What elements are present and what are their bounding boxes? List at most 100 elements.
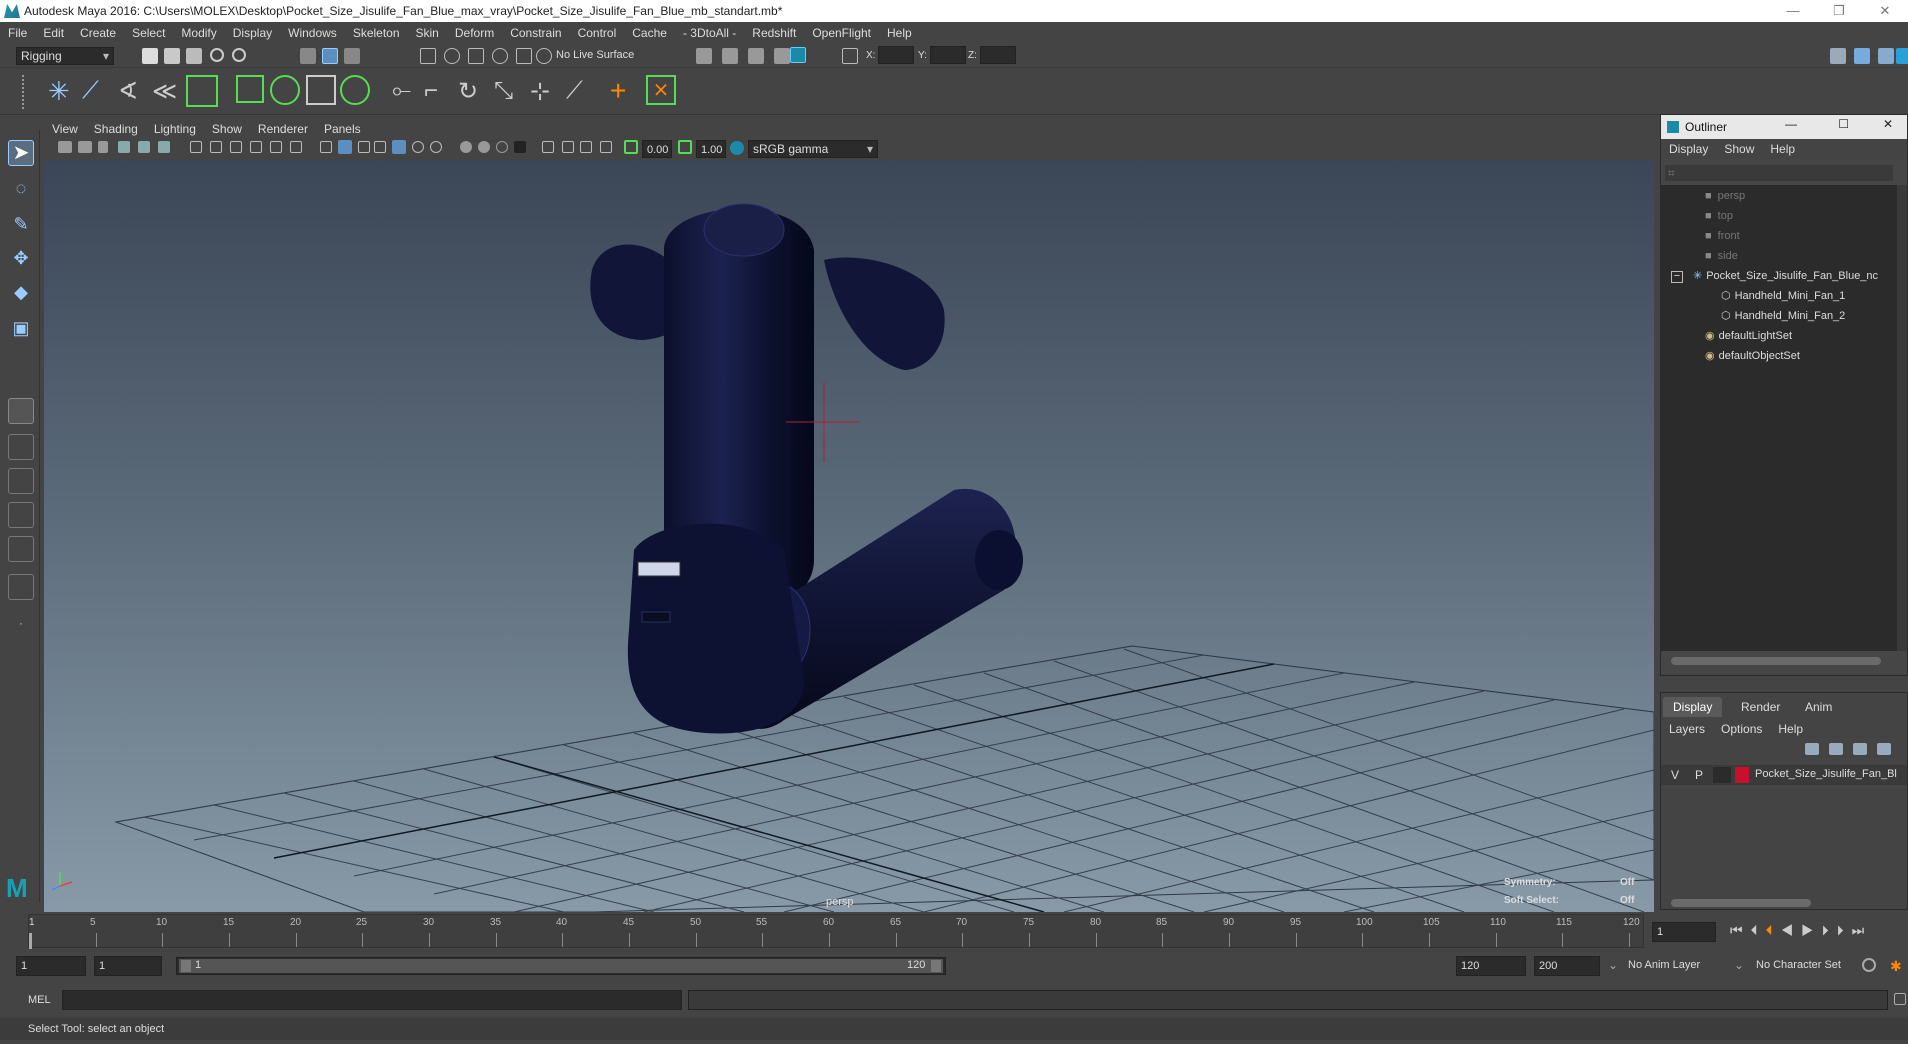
script-editor-icon[interactable] bbox=[1894, 993, 1906, 1005]
playback-start-field[interactable]: 1 bbox=[94, 956, 162, 976]
z-field[interactable] bbox=[980, 46, 1016, 64]
mirror-joint-icon[interactable]: ∢ bbox=[118, 77, 138, 106]
bookmark-icon[interactable] bbox=[98, 141, 108, 153]
layer-visibility-toggle[interactable]: V bbox=[1671, 768, 1679, 782]
outliner-vertical-scrollbar[interactable] bbox=[1897, 185, 1907, 651]
menu-deform[interactable]: Deform bbox=[447, 26, 502, 40]
outliner-menu-show[interactable]: Show bbox=[1716, 142, 1762, 156]
select-object-icon[interactable] bbox=[322, 48, 338, 64]
lattice-icon[interactable] bbox=[306, 75, 336, 105]
current-frame-field[interactable]: 1 bbox=[1652, 922, 1716, 942]
save-scene-icon[interactable] bbox=[186, 48, 202, 64]
film-gate-icon[interactable] bbox=[210, 141, 222, 153]
undo-icon[interactable] bbox=[210, 48, 224, 62]
xray-components-icon[interactable] bbox=[580, 141, 592, 153]
rotate-tool-icon[interactable]: ◆ bbox=[8, 280, 34, 306]
grease-pencil-icon[interactable] bbox=[158, 141, 170, 153]
layer-menu-help[interactable]: Help bbox=[1770, 722, 1811, 736]
shadows-icon[interactable] bbox=[430, 141, 442, 153]
hypershade-layout-icon[interactable] bbox=[8, 536, 34, 562]
time-slider-track[interactable]: 5 10 15 20 25 30 35 40 45 50 55 60 65 70 75 80 85 90 95 100… bbox=[28, 914, 1644, 949]
wireframe-on-shaded-icon[interactable] bbox=[358, 141, 370, 153]
motion-blur-icon[interactable] bbox=[478, 141, 490, 153]
menu-display[interactable]: Display bbox=[225, 26, 280, 40]
layer-color-swatch[interactable] bbox=[1735, 767, 1749, 783]
tab-anim[interactable]: Anim bbox=[1795, 697, 1842, 717]
tab-render[interactable]: Render bbox=[1731, 697, 1790, 717]
menu-cache[interactable]: Cache bbox=[624, 26, 675, 40]
new-layer-selected-icon[interactable] bbox=[1877, 743, 1891, 755]
toolbox-more-icon[interactable]: · bbox=[8, 616, 34, 642]
2d-pan-zoom-icon[interactable] bbox=[138, 141, 150, 153]
outliner-maximize-button[interactable]: ☐ bbox=[1838, 117, 1849, 131]
menu-skeleton[interactable]: Skeleton bbox=[345, 26, 408, 40]
image-plane-icon[interactable] bbox=[118, 141, 130, 153]
outliner-horizontal-scrollbar[interactable] bbox=[1671, 657, 1881, 665]
wireframe-icon[interactable] bbox=[320, 141, 332, 153]
outliner-item-front[interactable]: ■ front bbox=[1705, 227, 1740, 245]
color-management-icon[interactable] bbox=[730, 141, 744, 155]
snap-point-icon[interactable] bbox=[468, 48, 484, 64]
layer-playback-toggle[interactable]: P bbox=[1695, 768, 1703, 782]
transform-mode-icon[interactable] bbox=[842, 48, 858, 64]
magnet-icon[interactable] bbox=[536, 48, 552, 64]
outliner-item-side[interactable]: ■ side bbox=[1705, 247, 1738, 265]
character-set-dropdown[interactable]: No Character Set bbox=[1756, 959, 1841, 971]
range-slider-track[interactable]: 1 120 bbox=[176, 957, 946, 975]
locator-icon[interactable]: + bbox=[610, 75, 626, 107]
collapse-icon[interactable]: − bbox=[1671, 271, 1683, 283]
play-forward-icon[interactable]: ▶ bbox=[1801, 922, 1822, 938]
playback-end-field[interactable]: 120 bbox=[1456, 956, 1526, 976]
menu-openflight[interactable]: OpenFlight bbox=[804, 26, 879, 40]
outliner-search-bar[interactable]: ⌗ bbox=[1665, 165, 1893, 181]
insert-joint-icon[interactable]: ⟋ bbox=[82, 77, 99, 105]
outliner-menu-display[interactable]: Display bbox=[1661, 142, 1716, 156]
depth-of-field-icon[interactable] bbox=[514, 141, 526, 153]
outliner-item-top[interactable]: ■ top bbox=[1705, 207, 1733, 225]
gamma-icon[interactable] bbox=[678, 140, 692, 154]
menu-create[interactable]: Create bbox=[72, 26, 124, 40]
constraint-pole-icon[interactable]: ⟋ bbox=[566, 77, 583, 105]
field-chart-icon[interactable] bbox=[270, 141, 282, 153]
range-start-handle[interactable] bbox=[181, 960, 191, 972]
ipr-render-icon[interactable] bbox=[748, 48, 764, 64]
persp-outliner-layout-icon[interactable] bbox=[8, 468, 34, 494]
live-surface-label[interactable]: No Live Surface bbox=[556, 49, 634, 61]
x-field[interactable] bbox=[878, 46, 914, 64]
isolate-select-icon[interactable] bbox=[542, 141, 554, 153]
move-layer-up-icon[interactable] bbox=[1805, 743, 1819, 755]
auto-key-icon[interactable] bbox=[1862, 958, 1876, 972]
render-settings-icon[interactable] bbox=[774, 48, 790, 64]
viewport-menu-lighting[interactable]: Lighting bbox=[146, 122, 204, 136]
viewport-scene[interactable] bbox=[44, 160, 1654, 912]
viewport-menu-renderer[interactable]: Renderer bbox=[250, 122, 316, 136]
xray-joints-icon[interactable] bbox=[562, 141, 574, 153]
move-tool-icon[interactable]: ✥ bbox=[8, 246, 34, 272]
menu-help[interactable]: Help bbox=[879, 26, 920, 40]
current-time-indicator[interactable] bbox=[29, 933, 32, 949]
constraint-parent-icon[interactable]: ⊹ bbox=[530, 77, 550, 106]
new-layer-icon[interactable] bbox=[1853, 743, 1867, 755]
outliner-item-group[interactable]: − ✳ Pocket_Size_Jisulife_Fan_Blue_nc bbox=[1671, 267, 1878, 285]
time-slider[interactable]: 5 10 15 20 25 30 35 40 45 50 55 60 65 70 75 80 85 90 95 100… bbox=[0, 912, 1908, 950]
open-scene-icon[interactable] bbox=[164, 48, 180, 64]
menu-select[interactable]: Select bbox=[124, 26, 173, 40]
script-layout-icon[interactable] bbox=[8, 574, 34, 600]
menu-redshift[interactable]: Redshift bbox=[744, 26, 804, 40]
play-backward-icon[interactable]: ◀ bbox=[1781, 922, 1802, 938]
constraint-orient-icon[interactable]: ↻ bbox=[458, 77, 478, 106]
chevron-down-icon[interactable]: ⌄ bbox=[1734, 958, 1744, 972]
constraint-aim-icon[interactable]: ⌐ bbox=[424, 77, 438, 105]
menu-edit[interactable]: Edit bbox=[35, 26, 72, 40]
redo-icon[interactable] bbox=[232, 48, 246, 62]
attribute-editor-icon[interactable] bbox=[1896, 48, 1908, 64]
ik-handle-icon[interactable] bbox=[186, 75, 218, 107]
joint-tool-icon[interactable]: ✳ bbox=[48, 77, 70, 105]
layer-row[interactable]: V P Pocket_Size_Jisulife_Fan_Bl bbox=[1661, 765, 1907, 785]
outliner-menu-help[interactable]: Help bbox=[1762, 142, 1803, 156]
layer-menu-layers[interactable]: Layers bbox=[1661, 722, 1713, 736]
layer-horizontal-scrollbar[interactable] bbox=[1671, 899, 1811, 907]
xray-icon[interactable] bbox=[374, 141, 386, 153]
hypershade-icon[interactable] bbox=[790, 47, 806, 63]
select-hierarchy-icon[interactable] bbox=[300, 48, 316, 64]
